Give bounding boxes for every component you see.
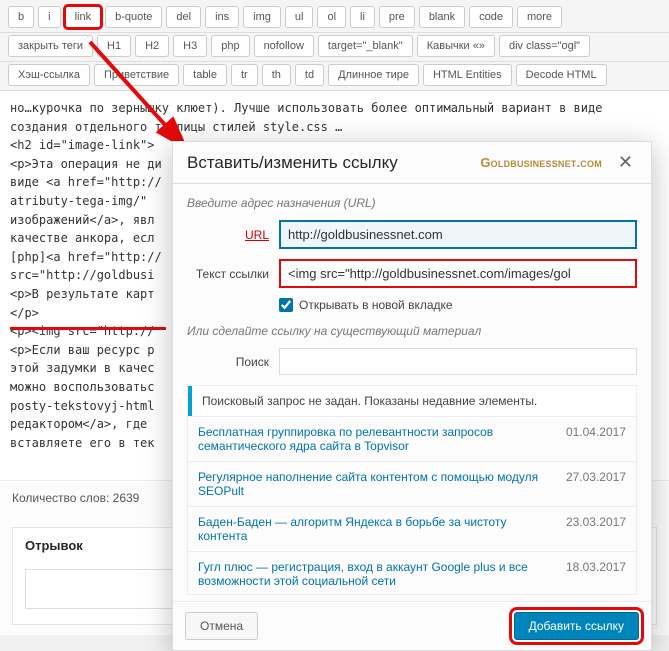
toolbar-приветствие-button[interactable]: Приветствие xyxy=(94,64,179,86)
toolbar-li-button[interactable]: li xyxy=(350,6,375,28)
result-item[interactable]: Баден-Баден — алгоритм Яндекса в борьбе … xyxy=(188,506,636,551)
result-item[interactable]: Бесплатная группировка по релевантности … xyxy=(188,416,636,461)
toolbar-table-button[interactable]: table xyxy=(183,64,227,86)
toolbar-кавычки--button[interactable]: Кавычки «» xyxy=(417,35,495,57)
result-title: Баден-Баден — алгоритм Яндекса в борьбе … xyxy=(198,515,556,543)
insert-link-modal: Вставить/изменить ссылку Goldbusinessnet… xyxy=(172,141,652,651)
result-date: 23.03.2017 xyxy=(566,515,626,543)
add-link-button[interactable]: Добавить ссылку xyxy=(514,612,639,640)
toolbar-h3-button[interactable]: H3 xyxy=(173,35,207,57)
toolbar-target-blank--button[interactable]: target="_blank" xyxy=(318,35,413,57)
editor-toolbar-row2: закрыть тегиH1H2H3phpnofollowtarget="_bl… xyxy=(0,33,669,62)
results-info: Поисковый запрос не задан. Показаны неда… xyxy=(188,386,636,416)
editor-toolbar-row3: Хэш-ссылкаПриветствиеtabletrthtdДлинное … xyxy=(0,62,669,91)
toolbar-decode-html-button[interactable]: Decode HTML xyxy=(516,64,607,86)
toolbar-link-button[interactable]: link xyxy=(65,6,102,28)
search-results: Поисковый запрос не задан. Показаны неда… xyxy=(187,385,637,595)
toolbar-code-button[interactable]: code xyxy=(469,6,513,28)
toolbar-img-button[interactable]: img xyxy=(243,6,281,28)
toolbar-b-button[interactable]: b xyxy=(8,6,34,28)
toolbar-b-quote-button[interactable]: b-quote xyxy=(105,6,162,28)
toolbar-td-button[interactable]: td xyxy=(295,64,324,86)
toolbar-длинное-тире-button[interactable]: Длинное тире xyxy=(328,64,419,86)
modal-footer: Отмена Добавить ссылку xyxy=(173,601,651,650)
search-label: Поиск xyxy=(187,355,269,369)
result-date: 01.04.2017 xyxy=(566,425,626,453)
toolbar-ul-button[interactable]: ul xyxy=(285,6,314,28)
brand-watermark: Goldbusinessnet.com xyxy=(480,155,602,170)
new-tab-checkbox[interactable] xyxy=(279,298,293,312)
toolbar-ins-button[interactable]: ins xyxy=(205,6,239,28)
result-title: Бесплатная группировка по релевантности … xyxy=(198,425,556,453)
result-date: 27.03.2017 xyxy=(566,470,626,498)
toolbar-php-button[interactable]: php xyxy=(211,35,249,57)
toolbar-html-entities-button[interactable]: HTML Entities xyxy=(423,64,512,86)
result-item[interactable]: Регулярное наполнение сайта контентом с … xyxy=(188,461,636,506)
toolbar-i-button[interactable]: i xyxy=(38,6,60,28)
link-text-input[interactable] xyxy=(279,259,637,288)
toolbar-blank-button[interactable]: blank xyxy=(419,6,465,28)
cancel-button[interactable]: Отмена xyxy=(185,612,258,640)
modal-header: Вставить/изменить ссылку Goldbusinessnet… xyxy=(173,142,651,184)
link-text-label: Текст ссылки xyxy=(187,267,269,281)
new-tab-label: Открывать в новой вкладке xyxy=(299,298,453,312)
hint-destination: Введите адрес назначения (URL) xyxy=(187,196,637,210)
result-title: Регулярное наполнение сайта контентом с … xyxy=(198,470,556,498)
search-input[interactable] xyxy=(279,348,637,375)
modal-title: Вставить/изменить ссылку xyxy=(187,153,398,173)
annotation-underline xyxy=(10,327,166,330)
toolbar-pre-button[interactable]: pre xyxy=(379,6,415,28)
result-title: Гугл плюс — регистрация, вход в аккаунт … xyxy=(198,560,556,588)
toolbar-h1-button[interactable]: H1 xyxy=(97,35,131,57)
toolbar-ol-button[interactable]: ol xyxy=(317,6,346,28)
result-item[interactable]: Гугл плюс — регистрация, вход в аккаунт … xyxy=(188,551,636,595)
toolbar-хэш-ссылка-button[interactable]: Хэш-ссылка xyxy=(8,64,90,86)
toolbar-h2-button[interactable]: H2 xyxy=(135,35,169,57)
toolbar-tr-button[interactable]: tr xyxy=(231,64,258,86)
result-date: 18.03.2017 xyxy=(566,560,626,588)
toolbar-закрыть-теги-button[interactable]: закрыть теги xyxy=(8,35,93,57)
url-label: URL xyxy=(187,228,269,242)
word-count-value: 2639 xyxy=(113,491,140,505)
toolbar-th-button[interactable]: th xyxy=(262,64,291,86)
close-icon[interactable]: ✕ xyxy=(614,152,637,173)
toolbar-del-button[interactable]: del xyxy=(166,6,201,28)
toolbar-div-class-ogl--button[interactable]: div class="ogl" xyxy=(499,35,590,57)
toolbar-more-button[interactable]: more xyxy=(517,6,562,28)
word-count-label: Количество слов: xyxy=(12,491,109,505)
url-input[interactable] xyxy=(279,220,637,249)
editor-toolbar: bilinkb-quotedelinsimgulollipreblankcode… xyxy=(0,0,669,33)
toolbar-nofollow-button[interactable]: nofollow xyxy=(254,35,314,57)
hint-existing: Или сделайте ссылку на существующий мате… xyxy=(187,324,637,338)
